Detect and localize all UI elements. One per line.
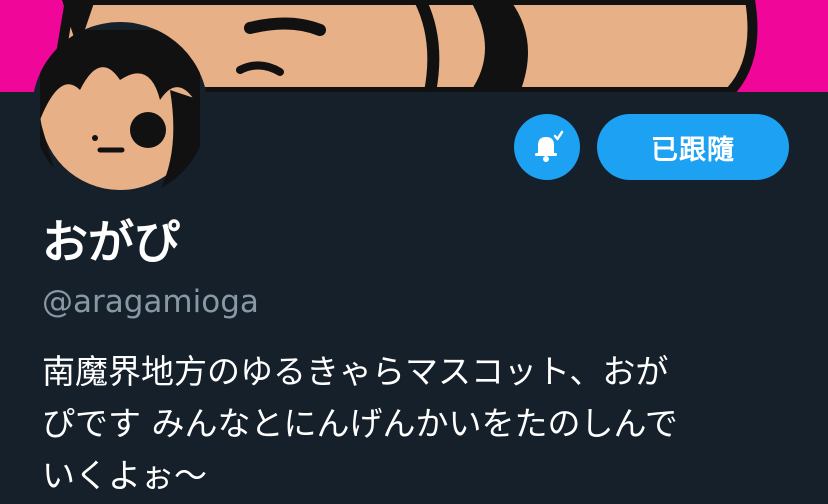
display-name: おがぴ bbox=[42, 215, 180, 269]
following-button[interactable]: 已跟隨 bbox=[597, 114, 789, 180]
notification-bell-button[interactable] bbox=[514, 114, 580, 180]
avatar-image bbox=[40, 30, 200, 190]
profile-avatar[interactable] bbox=[32, 22, 208, 198]
profile-page: 已跟隨 おがぴ @aragamioga 南魔界地方のゆるきゃらマスコット、おが … bbox=[0, 0, 828, 504]
user-handle: @aragamioga bbox=[42, 284, 259, 320]
profile-bio: 南魔界地方のゆるきゃらマスコット、おが ぴです みんなとにんげんかいをたのしんで… bbox=[42, 352, 678, 495]
bell-check-icon bbox=[535, 130, 564, 162]
